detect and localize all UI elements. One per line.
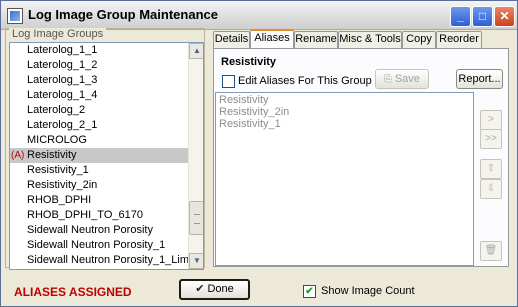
- list-item[interactable]: MICROLOG: [10, 133, 188, 148]
- move-all-right-icon[interactable]: >>: [480, 129, 502, 149]
- edit-aliases-checkbox[interactable]: [222, 75, 235, 88]
- list-item[interactable]: RHOB_DPHI_TO_6170: [10, 208, 188, 223]
- list-item[interactable]: RHOB_DPHI: [10, 193, 188, 208]
- list-item[interactable]: Sidewall Neutron Porosity_1: [10, 238, 188, 253]
- aliases-textbox[interactable]: Resistivity Resistivity_2in Resistivity_…: [215, 92, 474, 266]
- alias-line: Resistivity_1: [219, 118, 281, 130]
- title-bar[interactable]: Log Image Group Maintenance _ □ ✕: [1, 1, 517, 30]
- list-item[interactable]: Resistivity_1: [10, 163, 188, 178]
- edit-aliases-label: Edit Aliases For This Group: [238, 75, 372, 87]
- list-item-label: Laterolog_1_1: [27, 44, 98, 56]
- list-scrollbar[interactable]: ▲ ▼: [188, 43, 203, 269]
- list-item[interactable]: Sidewall Neutron Porosity_1_LimeStone: [10, 253, 188, 268]
- log-image-groups-list[interactable]: Laterolog_1_1 Laterolog_1_2 Laterolog_1_3 L…: [9, 42, 204, 270]
- tab-misc-tools[interactable]: Misc & Tools: [338, 31, 402, 48]
- scroll-up-arrow-icon[interactable]: ▲: [189, 43, 203, 59]
- list-item[interactable]: Laterolog_1_3: [10, 73, 188, 88]
- list-item-label: Resistivity: [27, 149, 77, 161]
- show-image-count-checkbox[interactable]: ✔: [303, 285, 316, 298]
- tab-reorder[interactable]: Reorder: [436, 31, 482, 48]
- list-item[interactable]: Laterolog_2: [10, 103, 188, 118]
- list-item[interactable]: (A) Resistivity: [10, 148, 188, 163]
- list-item[interactable]: Resistivity_2in: [10, 178, 188, 193]
- list-item[interactable]: Laterolog_2_1: [10, 118, 188, 133]
- tab-aliases[interactable]: Aliases: [250, 29, 294, 48]
- list-item-label: Laterolog_2_1: [27, 119, 98, 131]
- app-icon: [7, 8, 23, 24]
- group-name-heading: Resistivity: [221, 56, 277, 68]
- aliases-tab-panel: Resistivity Edit Aliases For This Group …: [213, 48, 509, 267]
- list-item[interactable]: Laterolog_1_1: [10, 43, 188, 58]
- list-item[interactable]: Laterolog_1_4: [10, 88, 188, 103]
- log-image-groups-legend: Log Image Groups: [9, 28, 107, 40]
- list-item-label: RHOB_DPHI: [27, 194, 92, 206]
- alias-line: Resistivity_2in: [219, 106, 290, 118]
- show-image-count-label: Show Image Count: [321, 285, 415, 297]
- list-item-label: Laterolog_2: [27, 104, 86, 116]
- log-image-group-window: Log Image Group Maintenance _ □ ✕ Log Im…: [0, 0, 518, 307]
- list-item-label: Resistivity_2in: [27, 179, 98, 191]
- done-button[interactable]: ✔ Done: [179, 279, 250, 300]
- list-item-label: Resistivity_1: [27, 164, 89, 176]
- checkmark-icon: ✔: [195, 283, 205, 295]
- save-button[interactable]: ⎘ Save: [375, 69, 429, 89]
- tab-details[interactable]: Details: [213, 31, 250, 48]
- window-title: Log Image Group Maintenance: [28, 7, 218, 22]
- list-item-label: RHOB_DPHI_TO_6170: [27, 209, 143, 221]
- scroll-down-arrow-icon[interactable]: ▼: [189, 253, 203, 269]
- move-up-icon[interactable]: ⇧: [480, 159, 502, 179]
- list-item-label: Laterolog_1_4: [27, 89, 98, 101]
- list-item-label: Laterolog_1_2: [27, 59, 98, 71]
- list-item-label: Sidewall Neutron Porosity_LimeStone: [27, 269, 188, 270]
- alias-line: Resistivity: [219, 94, 269, 106]
- scroll-thumb[interactable]: [189, 201, 203, 235]
- list-item-label: Sidewall Neutron Porosity: [27, 224, 153, 236]
- done-label: Done: [207, 283, 234, 295]
- list-item[interactable]: Sidewall Neutron Porosity_LimeStone: [10, 268, 188, 270]
- status-label: ALIASES ASSIGNED: [14, 285, 132, 299]
- list-item[interactable]: Laterolog_1_2: [10, 58, 188, 73]
- list-item-label: Laterolog_1_3: [27, 74, 98, 86]
- tab-rename[interactable]: Rename: [294, 31, 338, 48]
- save-icon: ⎘: [384, 74, 395, 85]
- tab-copy[interactable]: Copy: [402, 31, 436, 48]
- report-button[interactable]: Report...: [456, 69, 503, 89]
- list-item-label: Sidewall Neutron Porosity_1_LimeStone: [27, 254, 188, 266]
- close-button[interactable]: ✕: [494, 6, 515, 27]
- minimize-button[interactable]: _: [450, 6, 471, 27]
- list-item-label: Sidewall Neutron Porosity_1: [27, 239, 166, 251]
- move-down-icon[interactable]: ⇩: [480, 179, 502, 199]
- move-right-icon[interactable]: >: [480, 110, 502, 130]
- list-item[interactable]: Sidewall Neutron Porosity: [10, 223, 188, 238]
- trash-icon[interactable]: 🗑: [480, 241, 502, 261]
- alias-marker: (A): [11, 150, 25, 161]
- save-label: Save: [394, 73, 420, 85]
- maximize-button[interactable]: □: [472, 6, 493, 27]
- list-item-label: MICROLOG: [27, 134, 87, 146]
